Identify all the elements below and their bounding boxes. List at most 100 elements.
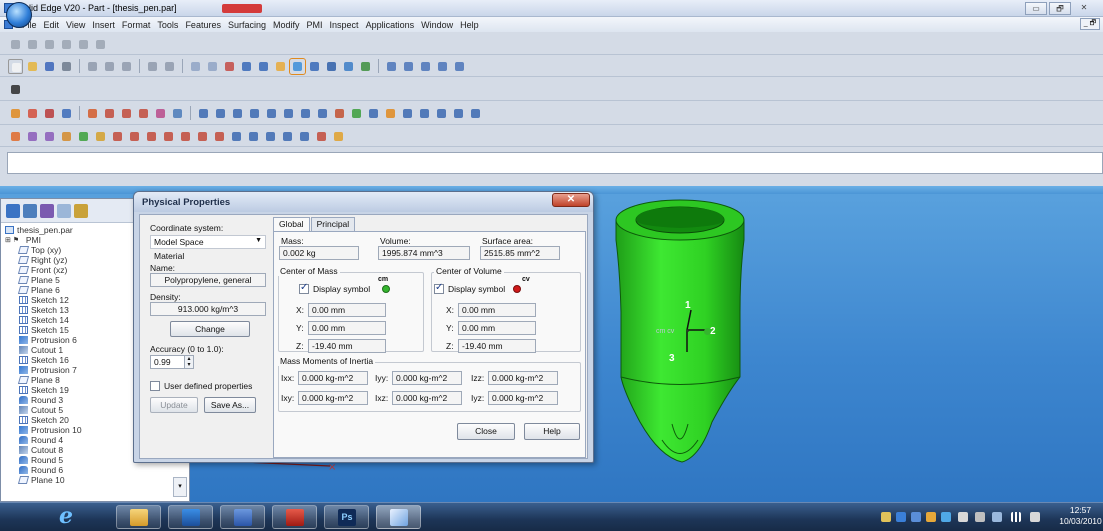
view-icon[interactable] — [435, 59, 450, 74]
menu-tools[interactable]: Tools — [157, 20, 178, 30]
tool-icon[interactable] — [161, 129, 176, 144]
tree-item-sketch-13[interactable]: Sketch 13 — [19, 305, 69, 315]
tool-icon[interactable] — [25, 106, 40, 121]
taskbar-explorer[interactable] — [116, 505, 161, 529]
tray-icon[interactable] — [941, 512, 951, 522]
tool-icon[interactable] — [281, 106, 296, 121]
menu-format[interactable]: Format — [122, 20, 151, 30]
tool-icon[interactable] — [314, 129, 329, 144]
tree-item-round-5[interactable]: Round 5 — [19, 455, 63, 465]
menu-applications[interactable]: Applications — [366, 20, 415, 30]
layers-icon[interactable] — [23, 203, 37, 218]
battery-icon[interactable] — [992, 512, 1002, 522]
pathfinder-scroll-down[interactable]: ▾ — [173, 477, 187, 497]
tool-icon[interactable] — [42, 129, 57, 144]
tool-icon[interactable] — [136, 106, 151, 121]
tool-icon[interactable] — [297, 129, 312, 144]
help-icon[interactable] — [452, 59, 467, 74]
tree-item-round-6[interactable]: Round 6 — [19, 465, 63, 475]
tool-icon[interactable] — [93, 37, 108, 52]
tray-icon[interactable] — [911, 512, 921, 522]
change-button[interactable]: Change — [170, 321, 250, 337]
open-icon[interactable] — [25, 59, 40, 74]
select-icon[interactable] — [196, 106, 211, 121]
coordinate-system-select[interactable]: Model Space ▼ — [150, 235, 266, 249]
command-bar[interactable] — [7, 152, 1103, 174]
tree-item-cutout-8[interactable]: Cutout 8 — [19, 445, 63, 455]
tab-global[interactable]: Global — [273, 217, 310, 232]
tool-icon[interactable] — [264, 106, 279, 121]
tool-icon[interactable] — [289, 57, 306, 75]
tool-icon[interactable] — [280, 129, 295, 144]
tool-icon[interactable] — [25, 37, 40, 52]
tree-item-sketch-14[interactable]: Sketch 14 — [19, 315, 69, 325]
help-button[interactable]: Help — [524, 423, 580, 440]
tool-icon[interactable] — [358, 59, 373, 74]
tool-icon[interactable] — [59, 106, 74, 121]
tree-item-sketch-12[interactable]: Sketch 12 — [19, 295, 69, 305]
tool-icon[interactable] — [212, 129, 227, 144]
tree-item-round-4[interactable]: Round 4 — [19, 435, 63, 445]
paste-icon[interactable] — [119, 59, 134, 74]
tool-icon[interactable] — [230, 106, 245, 121]
menu-insert[interactable]: Insert — [92, 20, 115, 30]
tool-icon[interactable] — [434, 106, 449, 121]
feature-pathfinder-icon[interactable] — [6, 203, 20, 218]
close-button[interactable]: Close — [457, 423, 515, 440]
volume-icon[interactable] — [1030, 512, 1040, 522]
tool-icon[interactable] — [366, 106, 381, 121]
tool-icon[interactable] — [110, 129, 125, 144]
minimize-button[interactable]: ▭ — [1025, 2, 1047, 15]
tool-icon[interactable] — [417, 106, 432, 121]
tree-item-plane-6[interactable]: Plane 6 — [17, 285, 60, 295]
tool-icon[interactable] — [59, 37, 74, 52]
tool-icon[interactable] — [195, 129, 210, 144]
taskbar-word[interactable] — [220, 505, 265, 529]
menu-edit[interactable]: Edit — [44, 20, 60, 30]
update-button[interactable]: Update — [150, 397, 198, 413]
print-icon[interactable] — [59, 59, 74, 74]
flag-icon[interactable] — [975, 512, 985, 522]
family-icon[interactable] — [74, 203, 88, 218]
menu-modify[interactable]: Modify — [273, 20, 300, 30]
tool-icon[interactable] — [349, 106, 364, 121]
tree-item-sketch-16[interactable]: Sketch 16 — [19, 355, 69, 365]
tree-item-right-plane[interactable]: Right (yz) — [17, 255, 67, 265]
tool-icon[interactable] — [102, 106, 117, 121]
tool-icon[interactable] — [263, 129, 278, 144]
menu-surfacing[interactable]: Surfacing — [228, 20, 266, 30]
close-window-button[interactable]: ✕ — [1073, 2, 1095, 15]
tool-icon[interactable] — [8, 106, 23, 121]
tool-icon[interactable] — [188, 59, 203, 74]
tool-icon[interactable] — [205, 59, 220, 74]
com-display-symbol-checkbox[interactable] — [299, 282, 309, 294]
cov-display-symbol-checkbox[interactable] — [434, 282, 444, 294]
tool-icon[interactable] — [239, 59, 254, 74]
tool-icon[interactable] — [42, 106, 57, 121]
save-as-button[interactable]: Save As... — [204, 397, 256, 413]
save-icon[interactable] — [42, 59, 57, 74]
clock[interactable]: 12:57 10/03/2010 — [1058, 505, 1103, 527]
tool-icon[interactable] — [383, 106, 398, 121]
tool-icon[interactable] — [315, 106, 330, 121]
tool-icon[interactable] — [229, 129, 244, 144]
taskbar-solid-edge[interactable] — [376, 505, 421, 529]
tree-item-protrusion-6[interactable]: Protrusion 6 — [19, 335, 77, 345]
ie-icon[interactable]: e — [46, 503, 86, 530]
tree-item-plane-5[interactable]: Plane 5 — [17, 275, 60, 285]
tool-icon[interactable] — [298, 106, 313, 121]
tree-root[interactable]: thesis_pen.par — [5, 225, 73, 235]
menu-pmi[interactable]: PMI — [307, 20, 323, 30]
tray-icon[interactable] — [881, 512, 891, 522]
tool-icon[interactable] — [144, 129, 159, 144]
tool-icon[interactable] — [178, 129, 193, 144]
tree-item-plane-10[interactable]: Plane 10 — [17, 475, 65, 485]
tool-icon[interactable] — [400, 106, 415, 121]
tree-item-front-plane[interactable]: Front (xz) — [17, 265, 67, 275]
start-button[interactable] — [6, 2, 32, 28]
tree-item-protrusion-7[interactable]: Protrusion 7 — [19, 365, 77, 375]
taskbar-media[interactable] — [168, 505, 213, 529]
tool-icon[interactable] — [213, 106, 228, 121]
tool-icon[interactable] — [307, 59, 322, 74]
tool-icon[interactable] — [222, 59, 237, 74]
